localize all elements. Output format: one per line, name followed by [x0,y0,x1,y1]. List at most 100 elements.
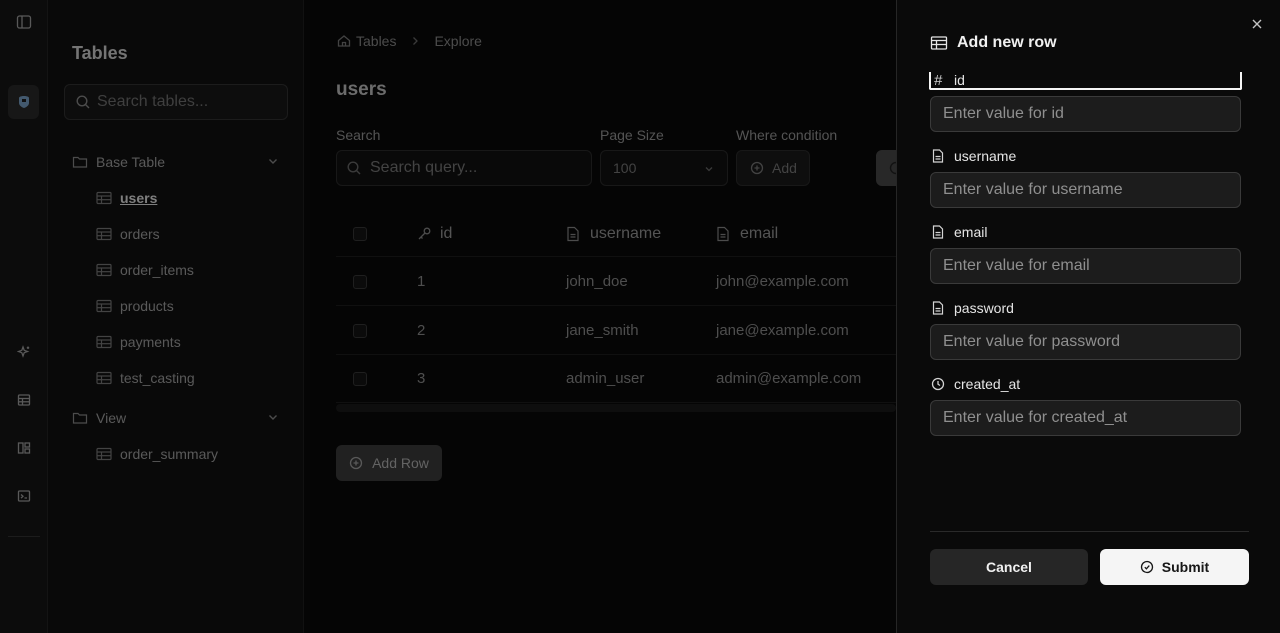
table-row[interactable]: 2 jane_smith jane@example.com [336,307,896,355]
column-header-label: email [740,225,779,242]
sidebar-item-order-items[interactable]: order_items [96,259,194,281]
database-icon[interactable] [8,85,39,119]
column-header-username[interactable]: username [566,212,661,256]
table-icon[interactable] [12,388,36,412]
page-size-value: 100 [613,160,637,176]
table-icon [96,227,112,241]
folder-icon [72,156,88,168]
sidebar-item-users[interactable]: users [96,187,157,209]
table-cell: 1 [417,273,426,290]
column-header-label: username [590,225,662,242]
page-size-select[interactable]: 100 [600,150,728,186]
select-all-cell[interactable] [353,212,367,256]
table-cell: 3 [417,370,426,387]
breadcrumb: Tables Explore [336,33,486,49]
chevron-right-icon [413,37,419,45]
created-at-input[interactable] [931,401,1240,435]
id-input[interactable] [931,97,1240,131]
row-checkbox[interactable] [353,323,367,338]
horizontal-scrollbar[interactable] [336,404,896,412]
file-text-icon [930,301,946,315]
field-label-username: username [930,147,1016,165]
close-icon[interactable] [1249,16,1265,32]
play-circle-icon [889,161,896,175]
sidebar-item-orders[interactable]: orders [96,223,160,245]
sidebar-toggle-icon[interactable] [12,10,36,34]
tables-sidebar: Tables Base Table users orders order_ite… [48,0,304,633]
file-text-icon [567,226,579,242]
footer-divider [930,531,1249,532]
table-header: id username email [336,212,896,257]
add-row-button[interactable]: Add Row [336,445,442,481]
group-base-table[interactable]: Base Table [72,150,280,174]
table-cell: 2 [417,322,426,339]
run-query-button[interactable] [876,150,896,186]
search-icon [347,161,361,175]
sidebar-item-label: users [120,190,158,206]
column-header-id[interactable]: id [416,212,452,256]
group-view[interactable]: View [72,406,280,430]
field-label-password: password [930,299,1014,317]
breadcrumb-tables[interactable]: Tables [356,33,396,49]
chevron-down-icon [269,415,277,420]
table-cell: admin_user [566,370,645,387]
sidebar-item-payments[interactable]: payments [96,331,181,353]
row-checkbox[interactable] [353,371,367,386]
layout-icon[interactable] [12,436,36,460]
submit-label: Submit [1161,559,1210,575]
main-content: Tables Explore users Search Search query… [304,0,896,633]
field-label-created-at: created_at [930,375,1020,393]
search-query-input[interactable]: Search query... [336,150,592,186]
search-tables-input[interactable] [97,85,281,119]
username-input[interactable] [931,173,1240,207]
sidebar-item-order-summary[interactable]: order_summary [96,443,218,465]
cancel-button[interactable]: Cancel [930,549,1088,585]
password-input[interactable] [931,325,1240,359]
chevron-down-icon [269,159,277,164]
email-field[interactable] [930,248,1241,284]
home-icon[interactable] [336,33,352,49]
table-icon [930,36,948,50]
folder-icon [72,412,88,424]
terminal-icon[interactable] [12,484,36,508]
table-cell: john@example.com [716,273,849,290]
add-condition-label: Add [772,160,797,176]
field-label-email: email [930,223,987,241]
add-condition-button[interactable]: Add [736,150,810,186]
search-label: Search [336,127,381,143]
field-focus-ring [929,72,1242,90]
group-label: Base Table [96,154,166,170]
table-icon [96,263,112,277]
file-text-icon [717,226,729,242]
sidebar-title: Tables [72,43,128,63]
sidebar-item-label: order_items [120,262,194,278]
submit-button[interactable]: Submit [1100,549,1249,585]
sidebar-item-label: order_summary [120,446,219,462]
table-row[interactable]: 3 admin_user admin@example.com [336,355,896,403]
file-text-icon [930,225,946,239]
sidebar-item-products[interactable]: products [96,295,174,317]
password-field[interactable] [930,324,1241,360]
email-input[interactable] [931,249,1240,283]
add-row-label: Add Row [372,455,429,471]
table-row[interactable]: 1 john_doe john@example.com [336,258,896,306]
page-title: users [336,79,387,100]
sidebar-item-label: test_casting [120,370,195,386]
sidebar-item-test-casting[interactable]: test_casting [96,367,195,389]
sidebar-item-label: payments [120,334,181,350]
table-icon [96,299,112,313]
search-icon [76,95,90,109]
table-cell: jane_smith [566,322,639,339]
select-all-checkbox[interactable] [353,227,367,241]
file-text-icon [930,149,946,163]
rail-divider [8,536,40,537]
id-field[interactable] [930,96,1241,132]
username-field[interactable] [930,172,1241,208]
sparkles-icon[interactable] [12,340,36,364]
created-at-field[interactable] [930,400,1241,436]
sidebar-search[interactable] [64,84,288,120]
chevron-down-icon [705,167,713,172]
table-cell: admin@example.com [716,370,862,387]
row-checkbox[interactable] [353,274,367,289]
column-header-email[interactable]: email [716,212,778,256]
